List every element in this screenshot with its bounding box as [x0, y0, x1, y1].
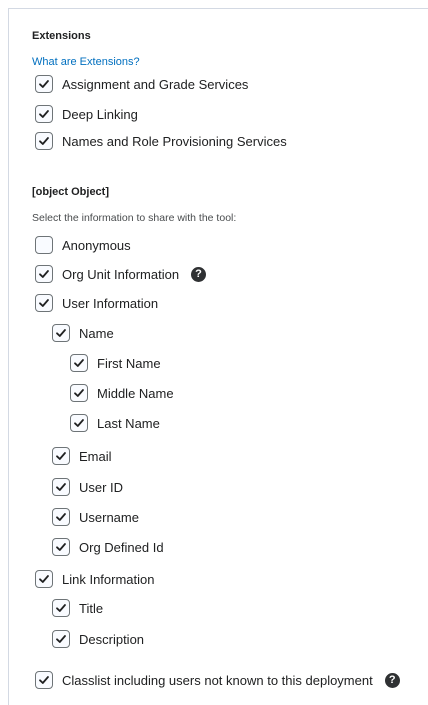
checkbox-label: User ID [79, 479, 124, 495]
checkbox-names-role-provisioning[interactable]: Names and Role Provisioning Services [35, 131, 287, 151]
checkbox[interactable] [52, 538, 70, 556]
checkbox-deep-linking[interactable]: Deep Linking [35, 104, 138, 124]
checkbox[interactable] [52, 630, 70, 648]
checkbox[interactable] [35, 570, 53, 588]
checkbox-assignment-grade-services[interactable]: Assignment and Grade Services [35, 74, 248, 94]
checkbox[interactable] [35, 671, 53, 689]
checkbox[interactable] [35, 265, 53, 283]
checkbox-label: Username [79, 509, 139, 525]
checkbox-label: First Name [97, 355, 161, 371]
check-icon [39, 137, 49, 145]
checkbox-user-id[interactable]: User ID [52, 477, 123, 497]
checkbox-org-unit-information[interactable]: Org Unit Information ? [35, 264, 207, 284]
checkbox-username[interactable]: Username [52, 507, 139, 527]
checkbox[interactable] [35, 132, 53, 150]
check-icon [56, 483, 66, 491]
check-icon [56, 543, 66, 551]
checkbox-label: Deep Linking [62, 106, 138, 122]
check-icon [74, 389, 84, 397]
checkbox-label: Org Defined Id [79, 539, 164, 555]
checkbox-label: Anonymous [62, 237, 131, 253]
checkbox-link-information[interactable]: Link Information [35, 569, 155, 589]
checkbox-first-name[interactable]: First Name [70, 353, 161, 373]
checkbox-org-defined-id[interactable]: Org Defined Id [52, 537, 164, 557]
check-icon [39, 575, 49, 583]
checkbox-label: Last Name [97, 415, 160, 431]
checkbox[interactable] [70, 354, 88, 372]
checkbox[interactable] [52, 447, 70, 465]
checkbox[interactable] [35, 294, 53, 312]
checkbox-name[interactable]: Name [52, 323, 114, 343]
what-are-extensions-link[interactable]: What are Extensions? [32, 56, 140, 68]
checkbox-label: Classlist including users not known to t… [62, 672, 373, 688]
checkbox[interactable] [70, 384, 88, 402]
checkbox-label: Title [79, 600, 104, 616]
check-icon [39, 299, 49, 307]
check-icon [56, 452, 66, 460]
check-icon [39, 110, 49, 118]
checkbox-last-name[interactable]: Last Name [70, 413, 160, 433]
checkbox-title[interactable]: Title [52, 598, 103, 618]
checkbox[interactable] [35, 236, 53, 254]
check-icon [39, 270, 49, 278]
checkbox[interactable] [35, 75, 53, 93]
check-icon [56, 635, 66, 643]
check-icon [56, 329, 66, 337]
extensions-heading: Extensions [32, 30, 91, 42]
checkbox-label: Description [79, 631, 145, 647]
check-icon [39, 676, 49, 684]
checkbox-label: Assignment and Grade Services [62, 76, 249, 92]
help-circle-icon[interactable]: ? [384, 672, 400, 688]
checkbox-label: Middle Name [97, 385, 174, 401]
checkbox[interactable] [52, 599, 70, 617]
checkbox-label: Email [79, 448, 112, 464]
checkbox[interactable] [52, 324, 70, 342]
check-icon [74, 359, 84, 367]
check-icon [74, 419, 84, 427]
check-icon [39, 80, 49, 88]
checkbox[interactable] [35, 105, 53, 123]
checkbox-description[interactable]: Description [52, 629, 144, 649]
checkbox-anonymous[interactable]: Anonymous [35, 235, 131, 255]
checkbox-label: Name [79, 325, 114, 341]
checkbox-classlist[interactable]: Classlist including users not known to t… [35, 670, 400, 690]
checkbox[interactable] [52, 508, 70, 526]
checkbox[interactable] [70, 414, 88, 432]
help-circle-icon[interactable]: ? [191, 266, 207, 282]
check-icon [56, 604, 66, 612]
checkbox[interactable] [52, 478, 70, 496]
security-settings-heading: [object Object] [32, 186, 110, 198]
checkbox-label: User Information [62, 295, 159, 311]
checkbox-email[interactable]: Email [52, 446, 112, 466]
checkbox-label: Link Information [62, 571, 155, 587]
checkbox-label: Names and Role Provisioning Services [62, 133, 287, 149]
checkbox-label: Org Unit Information [62, 266, 180, 282]
checkbox-user-information[interactable]: User Information [35, 293, 158, 313]
security-helper-text: Select the information to share with the… [32, 212, 237, 224]
check-icon [56, 513, 66, 521]
checkbox-middle-name[interactable]: Middle Name [70, 383, 174, 403]
